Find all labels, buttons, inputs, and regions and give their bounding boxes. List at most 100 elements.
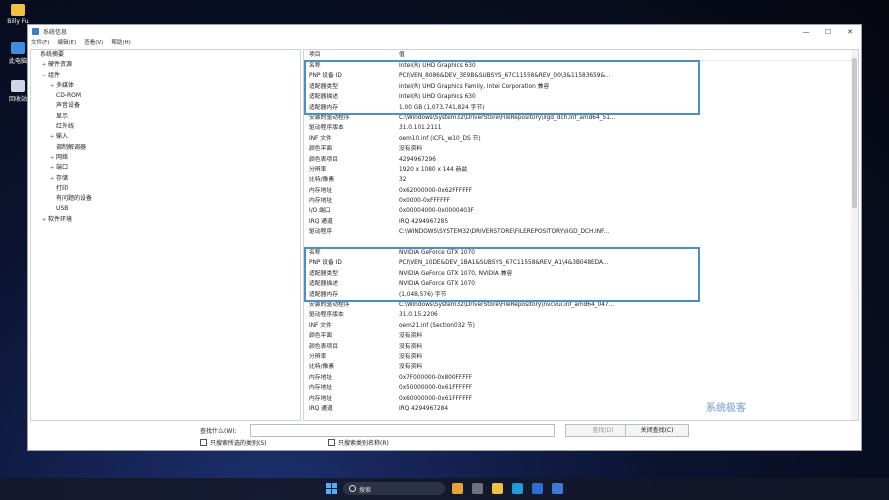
details-value-cell: 0x50000000-0x61FFFFFF: [399, 385, 473, 392]
details-row[interactable]: 颜色表项目 4294967296: [304, 155, 858, 165]
details-value-cell: 没有资料: [399, 343, 423, 350]
taskbar-search-box[interactable]: 搜索: [343, 482, 445, 495]
details-item-cell: 内存地址: [309, 187, 333, 194]
edge-browser-icon[interactable]: [512, 483, 523, 494]
details-row[interactable]: 驱动程序版本 31.0.101.2111: [304, 123, 858, 133]
tree-node[interactable]: 打印: [31, 184, 300, 194]
window-title: 系统信息: [43, 29, 68, 36]
system-info-taskbar-icon[interactable]: [552, 483, 563, 494]
tree-node-label: 红外线: [56, 123, 75, 131]
tree-node-label: 调制解调器: [56, 143, 87, 151]
search-icon: [349, 485, 356, 492]
close-button[interactable]: ✕: [839, 28, 861, 36]
column-header-item[interactable]: 项目: [304, 50, 399, 60]
category-tree[interactable]: 系统摘要 + 硬件资源 − 组件 + 多媒体 CD-ROM 声音设备显示 红外线 + 输入 调制解调器 +…: [30, 49, 301, 421]
tree-node[interactable]: − 组件: [31, 71, 300, 81]
menu-file[interactable]: 文件(F): [31, 38, 49, 48]
recycle-bin-icon: [11, 80, 25, 92]
checkbox[interactable]: [328, 439, 335, 446]
details-row[interactable]: 内存地址 0x0000-0xFFFFFF: [304, 196, 858, 206]
tree-node[interactable]: 系统摘要: [31, 50, 300, 60]
tree-node[interactable]: 声音设备: [31, 101, 300, 111]
details-value-cell: 32: [399, 177, 407, 184]
details-item-cell: 内存地址: [309, 374, 333, 381]
details-value-cell: C:\WINDOWS\SYSTEM32\DRIVERSTORE\FILEREPO…: [399, 229, 610, 236]
tree-node[interactable]: + 网络: [31, 153, 300, 163]
menu-help[interactable]: 帮助(H): [111, 38, 130, 48]
details-row[interactable]: 分辨率 1920 x 1080 x 144 赫兹: [304, 165, 858, 175]
find-input[interactable]: [250, 424, 555, 437]
column-header-value[interactable]: 值: [399, 50, 858, 60]
tree-node[interactable]: + 端口: [31, 163, 300, 173]
details-value-cell: 没有资料: [399, 333, 423, 340]
menu-edit[interactable]: 编辑(E): [57, 38, 76, 48]
details-row[interactable]: 颜色表项目 没有资料: [304, 342, 858, 352]
tree-node-label: 有问题的设备: [56, 195, 93, 203]
details-row[interactable]: IRQ 通道 IRQ 4294967284: [304, 404, 858, 414]
details-item-cell: 内存地址: [309, 385, 333, 392]
checkbox[interactable]: [200, 439, 207, 446]
tree-node[interactable]: 有问题的设备: [31, 194, 300, 204]
details-row[interactable]: 内存地址 0x62000000-0x62FFFFFF: [304, 186, 858, 196]
details-row[interactable]: INF 文件 oem10.inf (iCFL_w10_DS 节): [304, 134, 858, 144]
search-category-names-option[interactable]: 只搜索类别名称(R): [328, 438, 389, 447]
details-row[interactable]: 颜色平面 没有资料: [304, 331, 858, 341]
details-value-cell: 31.0.101.2111: [399, 125, 442, 132]
tree-node-label: 多媒体: [56, 81, 75, 89]
tree-node[interactable]: + 多媒体: [31, 81, 300, 91]
details-row[interactable]: 驱动程序版本 31.0.15.2206: [304, 310, 858, 320]
tree-node-label: 声音设备: [56, 102, 81, 110]
watermark-logo: 系统极客: [706, 403, 746, 414]
details-value-cell: IRQ 4294967285: [399, 218, 449, 225]
details-scrollbar[interactable]: [851, 50, 858, 420]
details-row[interactable]: 比特/像素 没有资料: [304, 362, 858, 372]
tree-node[interactable]: USB: [31, 204, 300, 214]
details-item-cell: 驱动程序: [309, 229, 333, 236]
file-explorer-icon[interactable]: [492, 483, 503, 494]
task-view-icon[interactable]: [472, 483, 483, 494]
taskbar: 搜索: [0, 478, 889, 500]
details-value-cell: 0x62000000-0x62FFFFFF: [399, 187, 473, 194]
maximize-button[interactable]: ☐: [817, 28, 839, 36]
details-row[interactable]: 内存地址 0x7F000000-0x800FFFFF: [304, 373, 858, 383]
tree-node[interactable]: + 存储: [31, 174, 300, 184]
details-item-cell: 分辨率: [309, 353, 327, 360]
details-item-cell: IRQ 通道: [309, 218, 333, 225]
scrollbar-thumb[interactable]: [852, 58, 857, 208]
details-item-cell: 驱动程序版本: [309, 125, 344, 132]
details-value-cell: 没有资料: [399, 146, 423, 153]
details-item-cell: 颜色平面: [309, 146, 333, 153]
details-row[interactable]: 比特/像素 32: [304, 175, 858, 185]
details-value-cell: 0x0000-0xFFFFFF: [399, 198, 451, 205]
details-row[interactable]: 颜色平面 没有资料: [304, 144, 858, 154]
folder-icon: [11, 4, 25, 16]
tree-node-label: 输入: [56, 133, 69, 141]
widget-icon[interactable]: [452, 483, 463, 494]
details-item-cell: 颜色表项目: [309, 156, 338, 163]
menu-view[interactable]: 查看(V): [84, 38, 103, 48]
details-value-cell: 0x00004000-0x0000403F: [399, 208, 474, 215]
details-row[interactable]: INF 文件 oem21.inf (Section032 节): [304, 321, 858, 331]
tree-node[interactable]: 红外线: [31, 122, 300, 132]
start-button[interactable]: [326, 483, 338, 495]
details-row[interactable]: 驱动程序 C:\WINDOWS\SYSTEM32\DRIVERSTORE\FILE…: [304, 227, 858, 237]
search-selected-category-option[interactable]: 只搜索所选的类别(S): [200, 438, 267, 447]
details-row[interactable]: 分辨率 没有资料: [304, 352, 858, 362]
details-value-cell: oem10.inf (iCFL_w10_DS 节): [399, 135, 481, 142]
details-row[interactable]: 内存地址 0x60000000-0x61FFFFFF: [304, 394, 858, 404]
tree-node[interactable]: + 软件环境: [31, 215, 300, 225]
tree-node[interactable]: 显示: [31, 112, 300, 122]
tree-node[interactable]: + 输入: [31, 132, 300, 142]
tree-node[interactable]: CD-ROM: [31, 91, 300, 101]
title-bar[interactable]: 系统信息 — ☐ ✕: [28, 25, 861, 38]
tree-node[interactable]: 调制解调器: [31, 143, 300, 153]
tree-node[interactable]: + 硬件资源: [31, 60, 300, 70]
close-find-button[interactable]: 关闭查找(C): [625, 424, 689, 437]
desktop-folder-icon[interactable]: Billy Fu: [4, 4, 32, 25]
details-row[interactable]: IRQ 通道 IRQ 4294967285: [304, 217, 858, 227]
details-row[interactable]: 内存地址 0x50000000-0x61FFFFFF: [304, 383, 858, 393]
details-value-cell: 31.0.15.2206: [399, 312, 438, 319]
minimize-button[interactable]: —: [795, 28, 817, 36]
store-icon[interactable]: [532, 483, 543, 494]
details-row[interactable]: I/O 端口 0x00004000-0x0000403F: [304, 206, 858, 216]
